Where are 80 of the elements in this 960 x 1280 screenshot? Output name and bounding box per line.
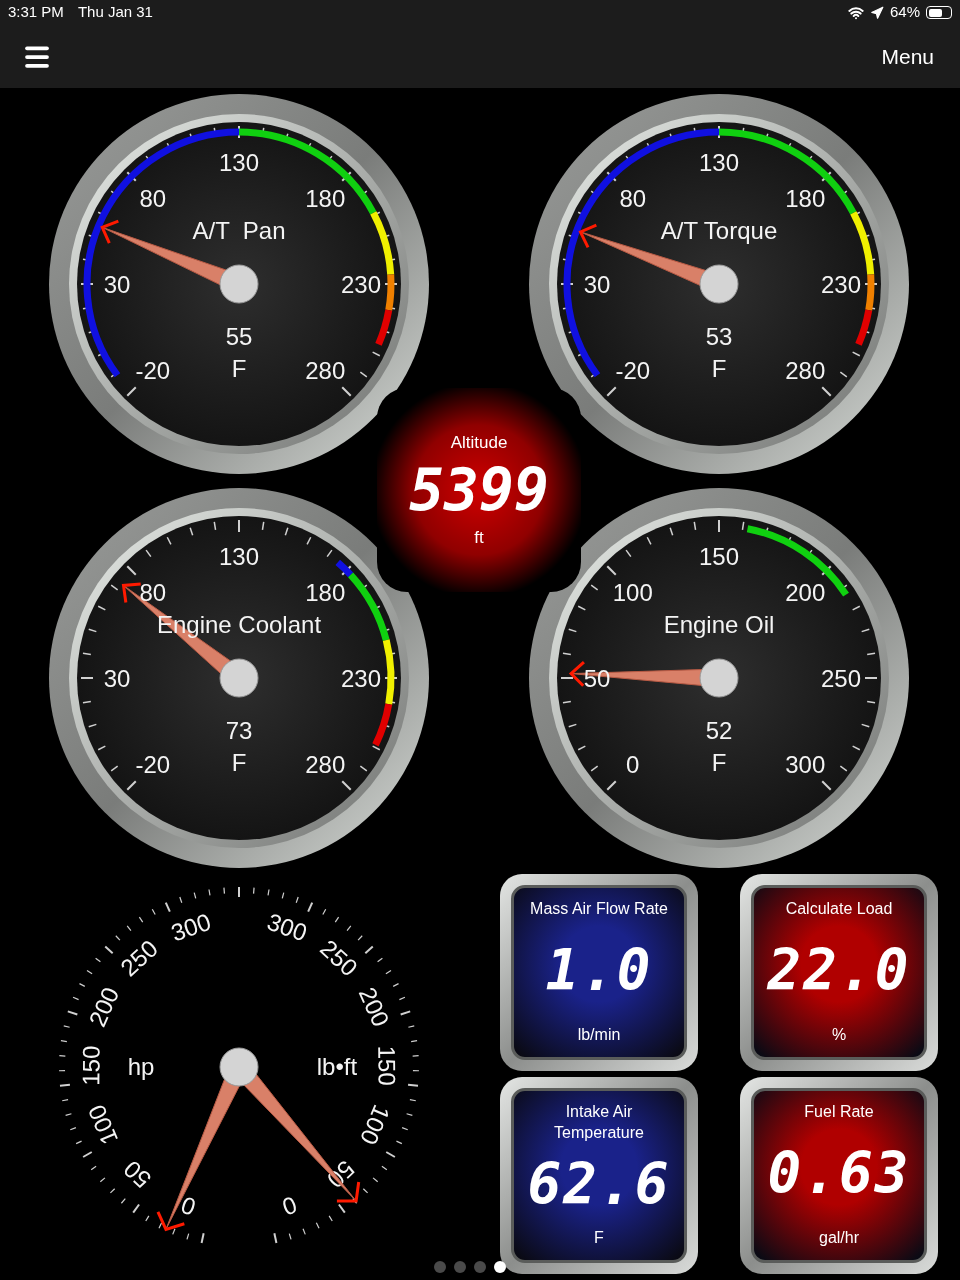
altitude-title: Altitude	[450, 431, 508, 454]
scale-label: 250	[115, 934, 163, 982]
scale-label: 130	[699, 149, 739, 176]
scale-label: 100	[612, 578, 653, 606]
tile-unit: F	[594, 1228, 604, 1248]
scale-label: 100	[355, 1101, 396, 1149]
tile-value: 1.0	[545, 943, 653, 999]
menu-button[interactable]: Menu	[881, 40, 934, 73]
gauge-value: 55	[225, 323, 253, 350]
scale-label: 0	[278, 1191, 301, 1222]
scale-label: 230	[341, 271, 381, 298]
tile-title: Fuel Rate	[803, 1102, 875, 1122]
needle-hub	[219, 264, 259, 304]
gauge-value: 73	[225, 717, 253, 744]
tile-value: 62.6	[527, 1156, 671, 1213]
battery-percent: 64%	[889, 2, 920, 23]
scale-label: 230	[341, 665, 381, 692]
gauge-value: 52	[705, 717, 733, 744]
gauge-value: 53	[705, 323, 733, 350]
scale-label: 280	[785, 357, 826, 385]
tile-value: 22.0	[767, 943, 911, 999]
status-time: 3:31 PM	[8, 2, 64, 23]
needle-hub	[699, 264, 739, 304]
tile-title: Intake Air Temperature	[553, 1102, 645, 1143]
gauge-unit: hp	[127, 1053, 155, 1080]
scale-label: 30	[103, 271, 131, 298]
scale-label: 150	[373, 1045, 401, 1086]
scale-label: 50	[118, 1155, 157, 1194]
scale-label: -20	[615, 357, 651, 385]
scale-label: 30	[103, 665, 131, 692]
needle-hub	[219, 658, 259, 698]
gauge-title: Engine Oil	[663, 611, 775, 638]
scale-label: 80	[139, 578, 167, 606]
tile-unit: %	[831, 1025, 847, 1045]
scale-label: 230	[821, 271, 861, 298]
gauge-unit: lb•ft	[316, 1053, 358, 1080]
tile-value: 0.63	[767, 1146, 911, 1202]
altitude-value: 5399	[409, 461, 549, 519]
scale-label: 300	[263, 907, 311, 947]
scale-label: 180	[785, 184, 826, 212]
needle-hub	[699, 658, 739, 698]
scale-label: 250	[821, 665, 861, 692]
gauge-unit: F	[711, 749, 727, 776]
scale-label: 80	[139, 184, 167, 212]
scale-label: 130	[219, 543, 259, 570]
gauge-unit: F	[231, 355, 247, 382]
scale-label: 180	[305, 184, 346, 212]
wifi-icon	[847, 4, 864, 21]
scale-label: 180	[305, 578, 346, 606]
scale-label: -20	[135, 357, 171, 385]
scale-label: 0	[626, 751, 640, 779]
gauge-title: A/T Pan	[192, 217, 286, 244]
gauge-unit: F	[711, 355, 727, 382]
scale-label: 300	[167, 907, 215, 947]
scale-label: 100	[82, 1101, 123, 1149]
scale-label: 280	[305, 751, 346, 779]
scale-label: 150	[699, 543, 739, 570]
scale-label: 130	[219, 149, 259, 176]
tile-title: Calculate Load	[784, 899, 894, 919]
needle-hub	[219, 1047, 259, 1087]
tile-unit: gal/hr	[819, 1228, 859, 1248]
scale-label: 300	[785, 751, 826, 779]
scale-label: 150	[77, 1045, 105, 1086]
scale-label: 200	[353, 983, 395, 1031]
altitude-unit: ft	[474, 527, 484, 549]
scale-label: 80	[619, 184, 647, 212]
tile-title: Mass Air Flow Rate	[529, 899, 669, 919]
scale-label: -20	[135, 751, 171, 779]
scale-label: 0	[177, 1191, 200, 1222]
gauge-title: A/T Torque	[660, 217, 778, 244]
scale-label: 200	[785, 578, 826, 606]
scale-label: 250	[315, 934, 363, 982]
status-date: Thu Jan 31	[77, 2, 153, 23]
gauge-unit: F	[231, 749, 247, 776]
scale-label: 280	[305, 357, 346, 385]
location-arrow-icon	[869, 5, 884, 20]
scale-label: 200	[83, 983, 125, 1031]
tile-unit: lb/min	[577, 1025, 621, 1045]
scale-label: 30	[583, 271, 611, 298]
battery-icon	[926, 6, 952, 19]
